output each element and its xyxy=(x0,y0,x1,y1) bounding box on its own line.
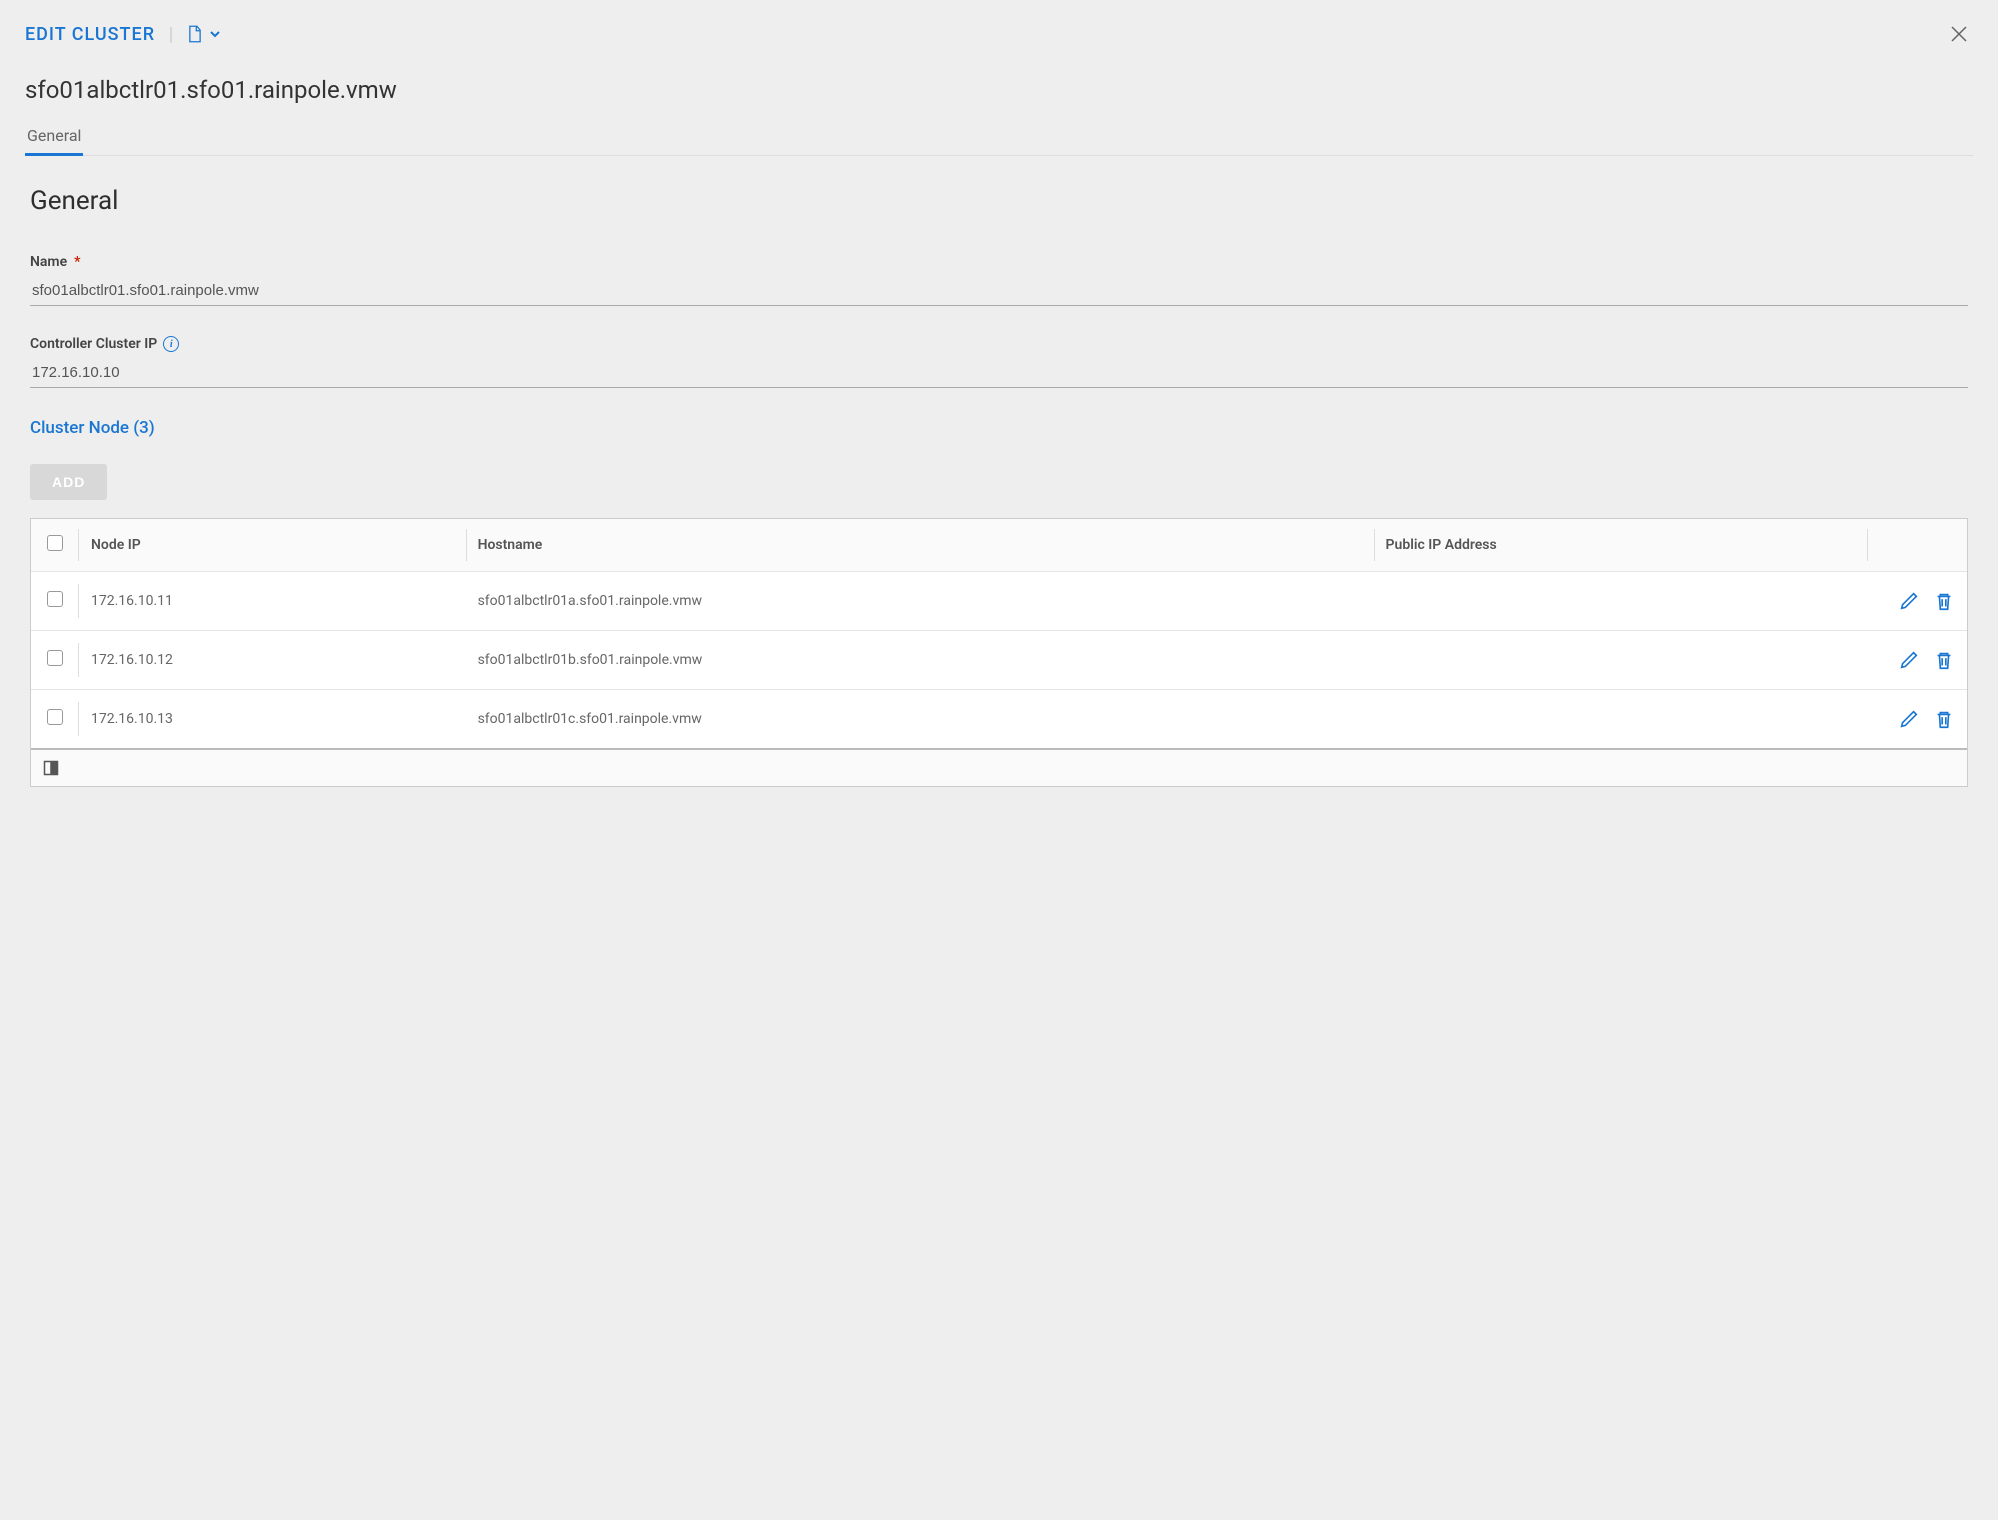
breadcrumb-title: EDIT CLUSTER xyxy=(25,24,155,45)
required-indicator: * xyxy=(74,254,80,270)
col-actions xyxy=(1867,519,1967,572)
page-title: sfo01albctlr01.sfo01.rainpole.vmw xyxy=(25,76,1973,104)
table-row: 172.16.10.11 sfo01albctlr01a.sfo01.rainp… xyxy=(31,572,1967,631)
close-button[interactable] xyxy=(1945,20,1973,48)
delete-button[interactable] xyxy=(1933,590,1955,612)
pencil-icon xyxy=(1898,590,1920,612)
cluster-ip-label: Controller Cluster IP i xyxy=(30,336,1968,352)
section-title: General xyxy=(30,186,1968,216)
breadcrumb-left: EDIT CLUSTER | xyxy=(25,24,221,45)
info-icon[interactable]: i xyxy=(163,336,179,352)
row-checkbox[interactable] xyxy=(47,650,63,666)
cluster-ip-label-text: Controller Cluster IP xyxy=(30,336,157,352)
table-row: 172.16.10.12 sfo01albctlr01b.sfo01.rainp… xyxy=(31,631,1967,690)
pencil-icon xyxy=(1898,649,1920,671)
cell-hostname: sfo01albctlr01a.sfo01.rainpole.vmw xyxy=(466,572,1374,631)
breadcrumb-separator: | xyxy=(169,24,173,45)
delete-button[interactable] xyxy=(1933,708,1955,730)
breadcrumb-row: EDIT CLUSTER | xyxy=(25,20,1973,48)
document-icon xyxy=(187,25,203,43)
col-public-ip[interactable]: Public IP Address xyxy=(1374,519,1867,572)
table-row: 172.16.10.13 sfo01albctlr01c.sfo01.rainp… xyxy=(31,690,1967,749)
close-icon xyxy=(1949,24,1969,44)
content: General Name * Controller Cluster IP i Cl… xyxy=(0,156,1998,817)
trash-icon xyxy=(1933,649,1955,671)
header: EDIT CLUSTER | xyxy=(0,0,1998,156)
columns-icon xyxy=(43,760,1955,776)
edit-button[interactable] xyxy=(1898,708,1920,730)
cell-hostname: sfo01albctlr01c.sfo01.rainpole.vmw xyxy=(466,690,1374,749)
col-hostname[interactable]: Hostname xyxy=(466,519,1374,572)
pencil-icon xyxy=(1898,708,1920,730)
cell-public-ip xyxy=(1374,631,1867,690)
document-dropdown[interactable] xyxy=(187,25,221,43)
cell-node-ip: 172.16.10.11 xyxy=(79,572,466,631)
row-checkbox[interactable] xyxy=(47,591,63,607)
cell-node-ip: 172.16.10.13 xyxy=(79,690,466,749)
name-label-text: Name xyxy=(30,254,67,270)
nodes-table-wrapper: Node IP Hostname Public IP Address 172.1… xyxy=(30,518,1968,787)
cell-public-ip xyxy=(1374,572,1867,631)
column-picker-button[interactable] xyxy=(43,760,1955,776)
cell-public-ip xyxy=(1374,690,1867,749)
trash-icon xyxy=(1933,708,1955,730)
delete-button[interactable] xyxy=(1933,649,1955,671)
cell-node-ip: 172.16.10.12 xyxy=(79,631,466,690)
col-node-ip[interactable]: Node IP xyxy=(79,519,466,572)
edit-button[interactable] xyxy=(1898,649,1920,671)
table-footer xyxy=(31,748,1967,786)
cell-hostname: sfo01albctlr01b.sfo01.rainpole.vmw xyxy=(466,631,1374,690)
table-header-row: Node IP Hostname Public IP Address xyxy=(31,519,1967,572)
tabs: General xyxy=(25,118,1973,156)
header-checkbox-cell xyxy=(31,519,79,572)
nodes-table: Node IP Hostname Public IP Address 172.1… xyxy=(31,519,1967,748)
cluster-node-header: Cluster Node (3) xyxy=(30,418,1968,438)
cluster-ip-input[interactable] xyxy=(30,358,1968,388)
edit-button[interactable] xyxy=(1898,590,1920,612)
tab-general[interactable]: General xyxy=(25,118,83,156)
select-all-checkbox[interactable] xyxy=(47,535,63,551)
row-checkbox[interactable] xyxy=(47,709,63,725)
field-name: Name * xyxy=(30,254,1968,306)
name-label: Name * xyxy=(30,254,1968,270)
add-button[interactable]: ADD xyxy=(30,464,107,500)
trash-icon xyxy=(1933,590,1955,612)
chevron-down-icon xyxy=(209,28,221,40)
field-cluster-ip: Controller Cluster IP i xyxy=(30,336,1968,388)
name-input[interactable] xyxy=(30,276,1968,306)
